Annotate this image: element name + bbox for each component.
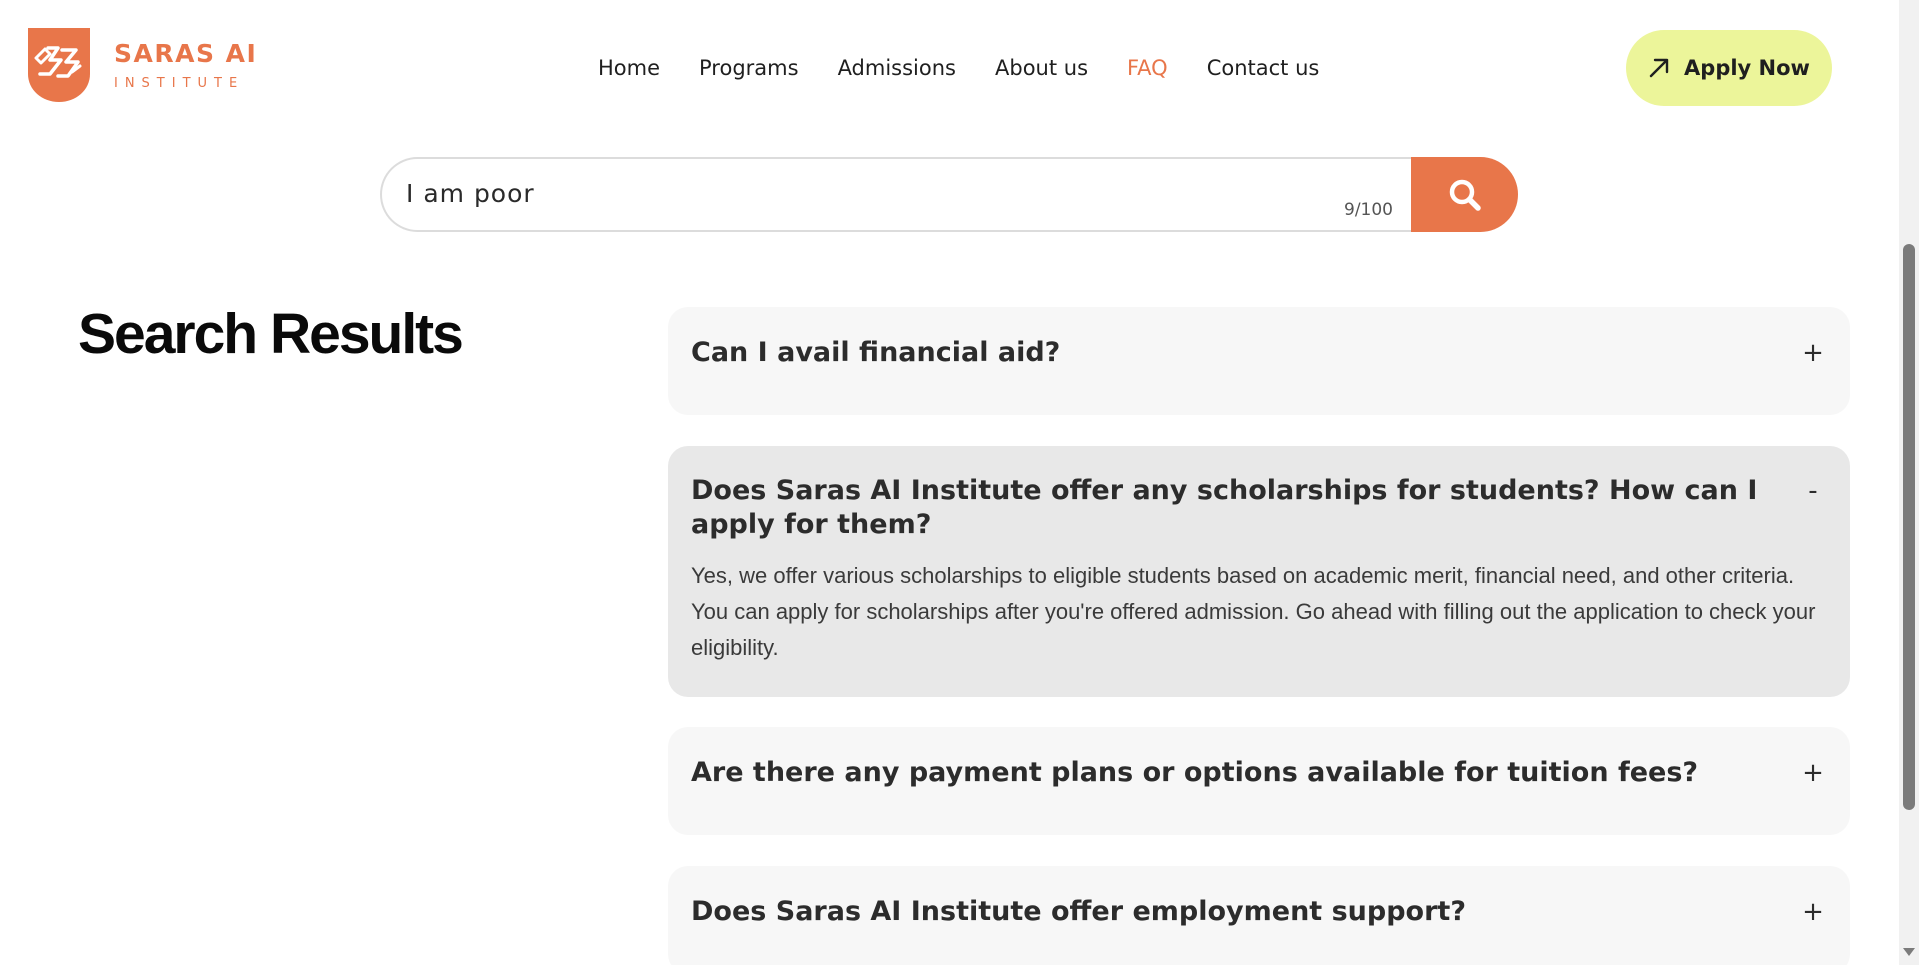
arrow-up-right-icon [1649,58,1669,78]
faq-question: Does Saras AI Institute offer employment… [668,895,1850,929]
brand-tagline: INSTITUTE [114,75,245,91]
faq-question: Are there any payment plans or options a… [668,756,1850,790]
faq-question-text: Can I avail financial aid? [691,337,1061,368]
nav-item-home[interactable]: Home [598,52,660,84]
expand-icon[interactable]: + [1798,756,1828,790]
collapse-icon[interactable]: - [1798,474,1828,508]
search-character-counter: 9/100 [1344,200,1393,220]
saras-logo-icon [28,28,90,102]
scroll-down-arrow-icon[interactable] [1903,948,1915,956]
scrollbar-thumb[interactable] [1903,244,1915,810]
apply-now-label: Apply Now [1684,56,1810,80]
faq-item[interactable]: Are there any payment plans or options a… [668,727,1850,835]
faq-answer: Yes, we offer various scholarships to el… [691,563,1816,660]
faq-question-text: Are there any payment plans or options a… [691,757,1699,788]
expand-icon[interactable]: + [1798,895,1828,929]
faq-question-text: Does Saras AI Institute offer any schola… [691,475,1758,540]
brand-text: SARAS AI INSTITUTE [114,38,258,91]
faq-question: Does Saras AI Institute offer any schola… [668,474,1850,542]
apply-now-button[interactable]: Apply Now [1626,30,1832,106]
faq-item-expanded[interactable]: Does Saras AI Institute offer any schola… [668,446,1850,697]
search-icon [1449,179,1481,211]
search-box: 9/100 [380,157,1411,232]
nav-item-contact-us[interactable]: Contact us [1207,52,1320,84]
page-scrollbar[interactable] [1899,0,1919,965]
nav-item-faq[interactable]: FAQ [1127,52,1168,84]
brand-logo[interactable]: SARAS AI INSTITUTE [28,28,257,102]
faq-item[interactable]: Does Saras AI Institute offer employment… [668,866,1850,965]
page: SARAS AI INSTITUTE Home Programs Admissi… [0,0,1919,965]
search-input[interactable] [404,167,1308,219]
nav-item-about-us[interactable]: About us [995,52,1088,84]
faq-question-text: Does Saras AI Institute offer employment… [691,896,1466,927]
nav-item-admissions[interactable]: Admissions [838,52,956,84]
faq-item[interactable]: Can I avail financial aid? + [668,307,1850,415]
expand-icon[interactable]: + [1798,336,1828,370]
faq-question: Can I avail financial aid? + [668,336,1850,370]
brand-name: SARAS AI [114,38,258,68]
main-nav: Home Programs Admissions About us FAQ Co… [598,52,1319,84]
nav-item-programs[interactable]: Programs [699,52,799,84]
search-results-heading: Search Results [78,302,464,366]
faq-search: 9/100 [380,157,1518,232]
search-button[interactable] [1411,157,1518,232]
